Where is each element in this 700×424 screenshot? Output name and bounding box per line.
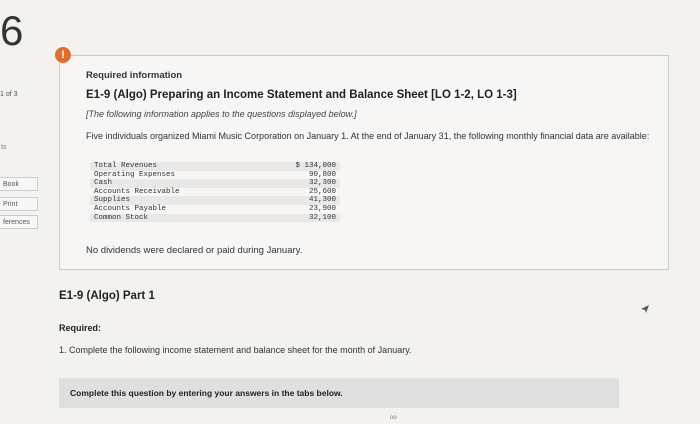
table-row: Accounts Receivable 25,600	[90, 188, 340, 197]
row-label: Total Revenues	[94, 162, 158, 170]
left-rail: 6 1 of 3 ts Book Print ferences	[0, 0, 44, 424]
cursor-icon	[641, 305, 649, 313]
tab-hint-icon: oo	[390, 415, 397, 421]
row-value: 41,300	[308, 196, 336, 205]
ebook-link[interactable]: Book	[0, 177, 38, 191]
table-row: Common Stock 32,100	[90, 213, 340, 223]
complete-prompt-text: Complete this question by entering your …	[70, 388, 343, 398]
row-label: Accounts Payable	[94, 204, 167, 213]
complete-prompt-bar: Complete this question by entering your …	[59, 378, 619, 408]
row-label: Common Stock	[94, 213, 149, 222]
row-value: 32,300	[308, 179, 336, 188]
applies-note: [The following information applies to th…	[86, 109, 357, 119]
row-value: 25,600	[308, 187, 336, 196]
dividends-note: No dividends were declared or paid durin…	[86, 245, 303, 256]
table-row: Operating Expenses 90,800	[90, 171, 340, 180]
table-row: Cash 32,300	[90, 179, 340, 188]
row-label: Cash	[94, 179, 113, 188]
row-value: $ 134,000	[295, 162, 336, 170]
required-label: Required:	[59, 323, 102, 333]
table-row: Supplies 41,300	[90, 196, 340, 205]
ts-label: ts	[1, 144, 7, 151]
alert-icon: !	[55, 47, 71, 63]
row-label: Operating Expenses	[94, 170, 176, 179]
question-counter: 1 of 3	[0, 91, 18, 98]
print-link[interactable]: Print	[0, 197, 38, 211]
references-link[interactable]: ferences	[0, 215, 38, 229]
intro-text: Five individuals organized Miami Music C…	[86, 131, 650, 141]
question-number: 6	[0, 7, 24, 54]
row-value: 32,100	[308, 213, 336, 222]
row-value: 90,800	[308, 170, 336, 179]
row-label: Supplies	[94, 196, 131, 205]
exercise-title: E1-9 (Algo) Preparing an Income Statemen…	[86, 89, 517, 101]
required-information-heading: Required information	[86, 70, 183, 81]
row-value: 23,900	[308, 204, 336, 213]
part-title: E1-9 (Algo) Part 1	[59, 290, 155, 302]
row-label: Accounts Receivable	[94, 187, 180, 196]
financial-data-table: Total Revenues $ 134,000 Operating Expen…	[90, 162, 340, 223]
task-text: 1. Complete the following income stateme…	[59, 345, 412, 355]
table-row: Total Revenues $ 134,000	[90, 162, 340, 171]
table-row: Accounts Payable 23,900	[90, 205, 340, 214]
